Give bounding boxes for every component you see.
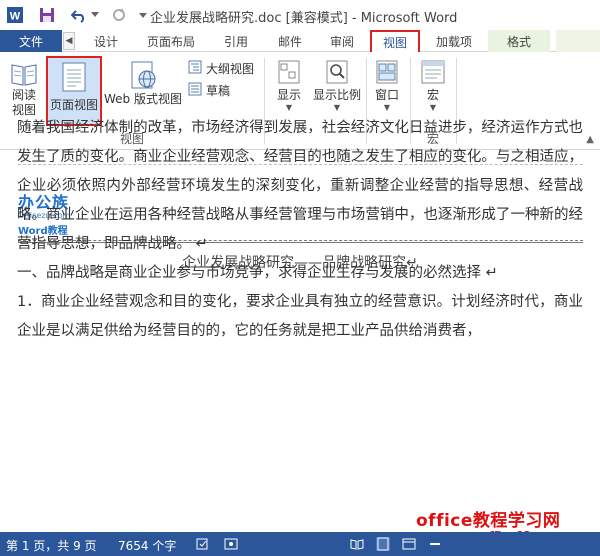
outline-icon <box>188 60 202 77</box>
paragraph: 1．商业企业经营观念和目的变化，要求企业具有独立的经营意识。计划经济时代，商业企… <box>17 294 583 339</box>
tab-review[interactable]: 审阅 <box>322 30 362 52</box>
web-layout-label: Web 版式视图 <box>104 92 182 106</box>
tab-design[interactable]: 设计 <box>86 30 126 52</box>
window-button[interactable]: 窗口 ▼ <box>370 58 404 112</box>
reading-view-button[interactable]: 阅读视图 <box>4 60 44 118</box>
window-title: 企业发展战略研究.doc [兼容模式] - Microsoft Word <box>150 11 458 26</box>
word-count[interactable]: 7654 个字 <box>118 537 176 554</box>
document-body: 随着我国经济体制的改革，市场经济得到发展，社会经济文化日益进步，经济运作方式也发… <box>17 114 583 346</box>
page-count[interactable]: 第 1 页，共 9 页 <box>6 537 97 554</box>
web-globe-icon <box>131 61 156 89</box>
print-layout-status-icon[interactable] <box>376 537 390 551</box>
undo-icon[interactable] <box>68 4 90 26</box>
magnifier-icon <box>326 60 348 84</box>
read-mode-icon[interactable] <box>350 537 364 551</box>
draft-label: 草稿 <box>206 84 231 98</box>
draft-icon <box>188 82 202 99</box>
print-layout-label: 页面视图 <box>49 98 98 112</box>
window-label: 窗口 <box>374 88 399 102</box>
window-icon <box>376 60 398 84</box>
zoom-out-icon[interactable] <box>428 537 442 551</box>
macro-record-icon[interactable] <box>224 537 238 551</box>
tab-scroll-left-icon[interactable]: ◀ <box>63 32 75 50</box>
web-layout-button[interactable]: Web 版式视图 <box>104 60 182 107</box>
tab-view[interactable]: 视图 <box>370 30 420 52</box>
watermark-title: office教程学习网 <box>416 511 561 531</box>
tab-addins[interactable]: 加载项 <box>428 30 480 52</box>
tab-file[interactable]: 文件 <box>0 30 62 52</box>
svg-text:W: W <box>10 11 21 23</box>
save-icon[interactable] <box>36 4 58 26</box>
collapse-ribbon-icon[interactable]: ▲ <box>586 134 594 145</box>
paragraph: 随着我国经济体制的改革，市场经济得到发展，社会经济文化日益进步，经济运作方式也发… <box>17 120 583 252</box>
title-bar: W 企业发展战略研究.doc [兼容模式] - Microsoft Word <box>0 0 600 30</box>
show-icon <box>278 60 300 84</box>
outline-view-button[interactable]: 大纲视图 <box>188 60 254 77</box>
page-icon <box>60 62 88 95</box>
macros-icon <box>421 60 445 84</box>
zoom-button[interactable]: 显示比例 ▼ <box>310 58 364 112</box>
show-dropdown-icon: ▼ <box>285 103 293 112</box>
ribbon-tabs: 文件 ◀ 设计 页面布局 引用 邮件 审阅 视图 加载项 格式 <box>0 30 600 52</box>
draft-view-button[interactable]: 草稿 <box>188 82 230 99</box>
quick-access-toolbar: W <box>4 4 154 26</box>
status-bar: 第 1 页，共 9 页 7654 个字 <box>0 532 600 556</box>
macros-button[interactable]: 宏 ▼ <box>416 58 450 112</box>
tab-references[interactable]: 引用 <box>216 30 256 52</box>
book-icon <box>11 64 37 86</box>
paragraph: 一、品牌战略是商业企业参与市场竞争，求得企业生存与发展的必然选择 ↵ <box>17 265 498 281</box>
undo-dropdown-icon[interactable] <box>90 4 100 26</box>
tab-overflow[interactable] <box>556 30 600 52</box>
show-button[interactable]: 显示 ▼ <box>270 58 308 112</box>
tab-format[interactable]: 格式 <box>488 30 550 52</box>
redo-icon[interactable] <box>108 4 130 26</box>
macros-label: 宏 <box>426 88 439 102</box>
word-app-icon[interactable]: W <box>4 4 26 26</box>
macros-dropdown-icon: ▼ <box>429 103 437 112</box>
zoom-label: 显示比例 <box>312 88 361 102</box>
web-layout-status-icon[interactable] <box>402 537 416 551</box>
window-dropdown-icon: ▼ <box>383 103 391 112</box>
tab-mailings[interactable]: 邮件 <box>270 30 310 52</box>
proofing-icon[interactable] <box>196 537 210 551</box>
tab-page-layout[interactable]: 页面布局 <box>140 30 202 52</box>
zoom-dropdown-icon: ▼ <box>333 103 341 112</box>
show-label: 显示 <box>276 88 301 102</box>
outline-label: 大纲视图 <box>206 62 255 76</box>
